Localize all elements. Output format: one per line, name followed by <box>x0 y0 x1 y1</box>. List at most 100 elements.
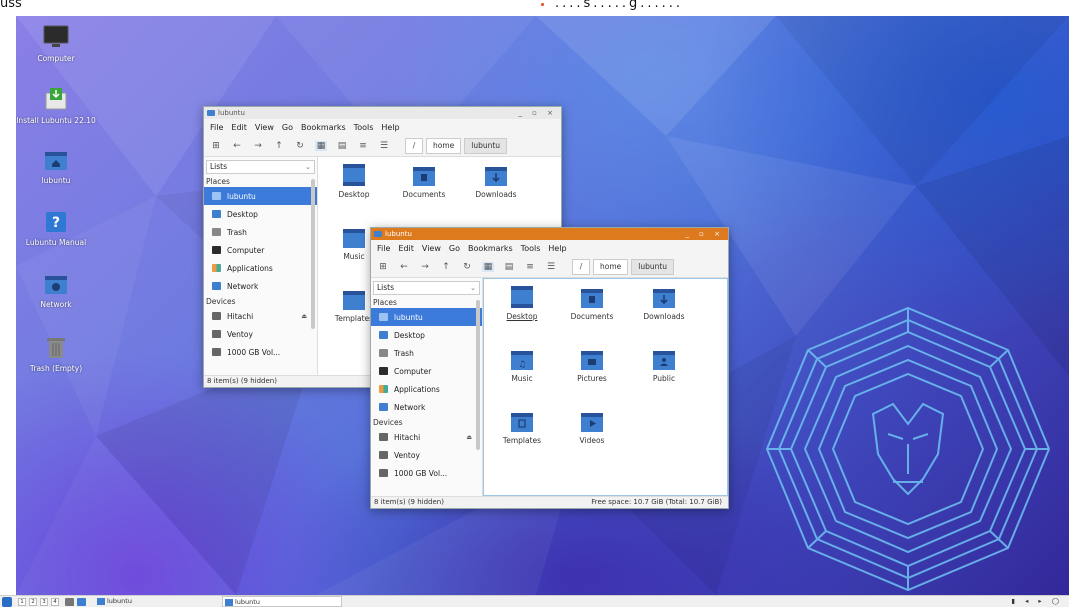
reload-icon[interactable]: ↻ <box>461 262 473 272</box>
eject-icon[interactable]: ⏏ <box>466 434 472 441</box>
workspace-3[interactable]: 3 <box>40 598 48 606</box>
file-item-music[interactable]: ♫ Music <box>486 347 558 383</box>
window-titlebar[interactable]: lubuntu _ ▫ × <box>371 228 728 240</box>
menu-go[interactable]: Go <box>449 244 460 253</box>
side-pane-mode-select[interactable]: Lists ⌄ <box>206 160 315 174</box>
place-computer[interactable]: Computer <box>371 362 482 380</box>
path-segment-home[interactable]: home <box>593 258 629 275</box>
icon-view-icon[interactable]: ▦ <box>482 261 494 272</box>
place-desktop[interactable]: Desktop <box>204 205 317 223</box>
side-pane-scrollbar[interactable] <box>311 179 315 329</box>
menu-edit[interactable]: Edit <box>231 123 247 132</box>
place-network[interactable]: Network <box>371 398 482 416</box>
detail-view-icon[interactable]: ☰ <box>545 262 557 272</box>
place-applications[interactable]: Applications <box>204 259 317 277</box>
up-arrow-icon[interactable]: ↑ <box>440 262 452 272</box>
show-desktop-icon[interactable] <box>65 598 74 606</box>
desktop-icon-home[interactable]: lubuntu <box>16 149 96 186</box>
desktop-icon-label: Lubuntu Manual <box>25 238 87 247</box>
path-segment-home[interactable]: home <box>426 137 462 154</box>
path-segment-lubuntu[interactable]: lubuntu <box>464 137 508 154</box>
desktop-icon-network[interactable]: Network <box>16 273 96 310</box>
device-hitachi[interactable]: Hitachi ⏏ <box>204 307 317 325</box>
desktop-icon-manual[interactable]: ? Lubuntu Manual <box>16 211 96 248</box>
device-1000gb[interactable]: 1000 GB Vol... <box>204 343 317 361</box>
place-trash[interactable]: Trash <box>371 344 482 362</box>
file-label: Pictures <box>577 374 607 383</box>
application-menu-icon[interactable] <box>2 597 12 607</box>
forward-arrow-icon[interactable]: → <box>252 141 264 151</box>
file-item-public[interactable]: Public <box>628 347 700 383</box>
compact-view-icon[interactable]: ≡ <box>524 262 536 272</box>
menu-help[interactable]: Help <box>381 123 399 132</box>
file-item-templates[interactable]: Templates <box>486 409 558 445</box>
menu-file[interactable]: File <box>377 244 390 253</box>
path-segment-lubuntu[interactable]: lubuntu <box>631 258 675 275</box>
menu-bookmarks[interactable]: Bookmarks <box>301 123 346 132</box>
menu-go[interactable]: Go <box>282 123 293 132</box>
menu-tools[interactable]: Tools <box>521 244 541 253</box>
path-root-button[interactable]: / <box>572 258 590 275</box>
downloads-folder-icon <box>485 167 507 186</box>
place-desktop[interactable]: Desktop <box>371 326 482 344</box>
file-item-pictures[interactable]: Pictures <box>556 347 628 383</box>
device-hitachi[interactable]: Hitachi ⏏ <box>371 428 482 446</box>
menu-view[interactable]: View <box>422 244 441 253</box>
file-item-documents[interactable]: Documents <box>556 285 628 321</box>
place-applications[interactable]: Applications <box>371 380 482 398</box>
file-view[interactable]: Desktop Documents Downloads ♫ Music Pict… <box>483 278 728 496</box>
task-lubuntu-1[interactable]: lubuntu <box>95 596 195 607</box>
task-lubuntu-2[interactable]: lubuntu <box>222 596 342 607</box>
side-pane-scrollbar[interactable] <box>476 300 480 450</box>
file-item-desktop[interactable]: Desktop <box>486 285 558 321</box>
menu-view[interactable]: View <box>255 123 274 132</box>
file-item-desktop[interactable]: Desktop <box>318 163 390 199</box>
place-trash[interactable]: Trash <box>204 223 317 241</box>
forward-arrow-icon[interactable]: → <box>419 262 431 272</box>
desktop-icon-trash[interactable]: Trash (Empty) <box>16 335 96 374</box>
desktop-icon-computer[interactable]: Computer <box>16 25 96 64</box>
up-arrow-icon[interactable]: ↑ <box>273 141 285 151</box>
menu-tools[interactable]: Tools <box>354 123 374 132</box>
new-tab-icon[interactable]: ⊞ <box>210 141 222 151</box>
menu-bookmarks[interactable]: Bookmarks <box>468 244 513 253</box>
device-ventoy[interactable]: Ventoy <box>371 446 482 464</box>
workspace-1[interactable]: 1 <box>18 598 26 606</box>
thumbnail-view-icon[interactable]: ▤ <box>503 262 515 272</box>
place-network[interactable]: Network <box>204 277 317 295</box>
side-pane-mode-select[interactable]: Lists ⌄ <box>373 281 480 295</box>
detail-view-icon[interactable]: ☰ <box>378 141 390 151</box>
menu-help[interactable]: Help <box>548 244 566 253</box>
system-tray[interactable]: ▮ ◂ ▸ ◯ <box>1011 597 1063 605</box>
place-lubuntu[interactable]: lubuntu <box>371 308 482 326</box>
menu-file[interactable]: File <box>210 123 223 132</box>
back-arrow-icon[interactable]: ← <box>398 262 410 272</box>
device-ventoy[interactable]: Ventoy <box>204 325 317 343</box>
place-computer[interactable]: Computer <box>204 241 317 259</box>
thumbnail-view-icon[interactable]: ▤ <box>336 141 348 151</box>
window-controls[interactable]: _ ▫ × <box>685 228 724 240</box>
path-root-button[interactable]: / <box>405 137 423 154</box>
place-lubuntu[interactable]: lubuntu <box>204 187 317 205</box>
file-item-documents[interactable]: Documents <box>388 163 460 199</box>
eject-icon[interactable]: ⏏ <box>301 313 307 320</box>
path-bar: / home lubuntu <box>405 137 508 154</box>
back-arrow-icon[interactable]: ← <box>231 141 243 151</box>
window-titlebar[interactable]: lubuntu _ ▫ × <box>204 107 561 119</box>
window-controls[interactable]: _ ▫ × <box>518 107 557 119</box>
file-item-downloads[interactable]: Downloads <box>628 285 700 321</box>
desktop-icon-install-lubuntu[interactable]: Install Lubuntu 22.10 <box>16 87 96 126</box>
file-manager-window-front[interactable]: lubuntu _ ▫ × File Edit View Go Bookmark… <box>370 227 729 509</box>
reload-icon[interactable]: ↻ <box>294 141 306 151</box>
compact-view-icon[interactable]: ≡ <box>357 141 369 151</box>
workspace-2[interactable]: 2 <box>29 598 37 606</box>
file-item-videos[interactable]: Videos <box>556 409 628 445</box>
file-item-downloads[interactable]: Downloads <box>460 163 532 199</box>
workspace-4[interactable]: 4 <box>51 598 59 606</box>
place-label: Trash <box>227 227 247 237</box>
new-tab-icon[interactable]: ⊞ <box>377 262 389 272</box>
menu-edit[interactable]: Edit <box>398 244 414 253</box>
device-1000gb[interactable]: 1000 GB Vol... <box>371 464 482 482</box>
icon-view-icon[interactable]: ▦ <box>315 140 327 151</box>
file-manager-launcher-icon[interactable] <box>77 598 86 606</box>
